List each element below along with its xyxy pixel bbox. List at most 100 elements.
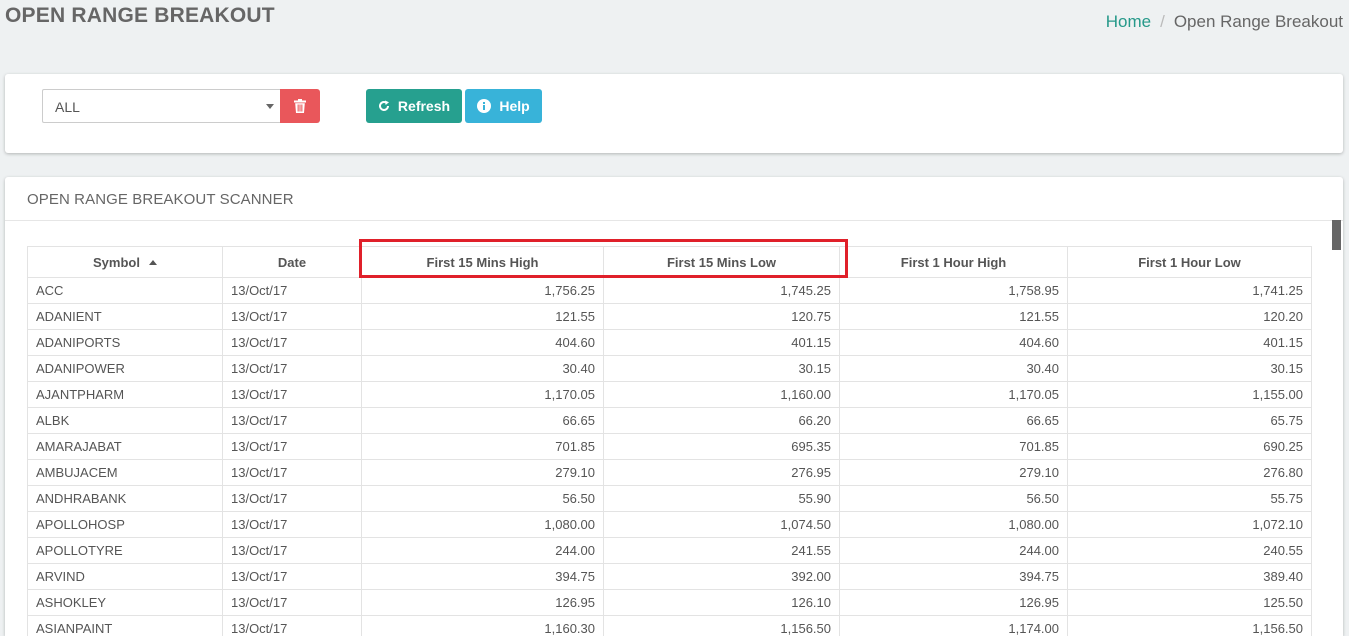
cell-1h-low: 389.40 [1067,563,1312,590]
cell-1h-low: 55.75 [1067,485,1312,512]
cell-15m-high: 30.40 [361,355,604,382]
cell-symbol: ASIANPAINT [27,615,223,636]
refresh-button-label: Refresh [397,98,451,114]
table-row[interactable]: APOLLOHOSP 13/Oct/17 1,080.00 1,074.50 1,080… [27,511,1312,538]
cell-15m-low: 120.75 [603,303,840,330]
cell-15m-high: 121.55 [361,303,604,330]
cell-15m-high: 66.65 [361,407,604,434]
cell-15m-low: 695.35 [603,433,840,460]
cell-1h-high: 1,080.00 [839,511,1068,538]
table-row[interactable]: ARVIND 13/Oct/17 394.75 392.00 394.75 389.40 [27,563,1312,590]
cell-symbol: ACC [27,277,223,304]
table-row[interactable]: ADANIPORTS 13/Oct/17 404.60 401.15 404.60 401… [27,329,1312,356]
cell-1h-low: 1,155.00 [1067,381,1312,408]
table-row[interactable]: ADANIPOWER 13/Oct/17 30.40 30.15 30.40 30.15 [27,355,1312,382]
column-header-first-1-hour-low[interactable]: First 1 Hour Low [1067,246,1312,278]
cell-15m-high: 1,160.30 [361,615,604,636]
vertical-scrollbar[interactable] [1332,220,1341,250]
table-row[interactable]: AMBUJACEM 13/Oct/17 279.10 276.95 279.10 276.… [27,459,1312,486]
symbol-select[interactable]: ALL [42,89,281,123]
cell-date: 13/Oct/17 [222,329,362,356]
column-header-label: Symbol [93,254,140,270]
cell-date: 13/Oct/17 [222,589,362,616]
cell-symbol: AMARAJABAT [27,433,223,460]
cell-1h-low: 276.80 [1067,459,1312,486]
cell-1h-high: 1,170.05 [839,381,1068,408]
cell-15m-low: 1,160.00 [603,381,840,408]
column-header-first-15-mins-high[interactable]: First 15 Mins High [361,246,604,278]
cell-date: 13/Oct/17 [222,355,362,382]
cell-1h-high: 1,758.95 [839,277,1068,304]
scanner-table: Symbol Date First 15 Mins High First 15 … [27,246,1312,636]
cell-15m-high: 56.50 [361,485,604,512]
cell-1h-low: 401.15 [1067,329,1312,356]
table-row[interactable]: ANDHRABANK 13/Oct/17 56.50 55.90 56.50 55.75 [27,485,1312,512]
column-header-first-15-mins-low[interactable]: First 15 Mins Low [603,246,840,278]
cell-date: 13/Oct/17 [222,563,362,590]
cell-symbol: ADANIENT [27,303,223,330]
table-row[interactable]: ALBK 13/Oct/17 66.65 66.20 66.65 65.75 [27,407,1312,434]
cell-15m-low: 1,745.25 [603,277,840,304]
cell-15m-low: 1,156.50 [603,615,840,636]
sort-up-icon [148,259,157,265]
help-button[interactable]: Help [465,89,542,123]
table-row[interactable]: AMARAJABAT 13/Oct/17 701.85 695.35 701.85 690… [27,433,1312,460]
table-row[interactable]: ASIANPAINT 13/Oct/17 1,160.30 1,156.50 1,174… [27,615,1312,636]
symbol-select-value: ALL [55,99,80,115]
cell-1h-high: 404.60 [839,329,1068,356]
cell-15m-high: 279.10 [361,459,604,486]
cell-15m-high: 1,080.00 [361,511,604,538]
cell-1h-low: 240.55 [1067,537,1312,564]
filter-card: ALL Refresh Help [5,74,1343,153]
cell-symbol: ARVIND [27,563,223,590]
cell-1h-high: 56.50 [839,485,1068,512]
cell-15m-high: 404.60 [361,329,604,356]
table-row[interactable]: ASHOKLEY 13/Oct/17 126.95 126.10 126.95 125.5… [27,589,1312,616]
cell-15m-high: 126.95 [361,589,604,616]
column-header-date[interactable]: Date [222,246,362,278]
breadcrumb: Home / Open Range Breakout [1106,12,1343,32]
breadcrumb-separator: / [1160,12,1165,31]
cell-15m-low: 30.15 [603,355,840,382]
caret-down-icon [266,104,274,109]
table-row[interactable]: APOLLOTYRE 13/Oct/17 244.00 241.55 244.00 240… [27,537,1312,564]
cell-15m-low: 401.15 [603,329,840,356]
table-row[interactable]: ADANIENT 13/Oct/17 121.55 120.75 121.55 120.2… [27,303,1312,330]
cell-15m-low: 55.90 [603,485,840,512]
cell-symbol: ASHOKLEY [27,589,223,616]
page-title: OPEN RANGE BREAKOUT [5,4,275,27]
cell-date: 13/Oct/17 [222,485,362,512]
breadcrumb-home-link[interactable]: Home [1106,12,1151,31]
cell-15m-high: 1,756.25 [361,277,604,304]
cell-1h-low: 120.20 [1067,303,1312,330]
cell-1h-high: 30.40 [839,355,1068,382]
cell-date: 13/Oct/17 [222,303,362,330]
cell-1h-low: 30.15 [1067,355,1312,382]
cell-date: 13/Oct/17 [222,433,362,460]
cell-15m-low: 241.55 [603,537,840,564]
table-row[interactable]: ACC 13/Oct/17 1,756.25 1,745.25 1,758.95 1,74… [27,277,1312,304]
table-row[interactable]: AJANTPHARM 13/Oct/17 1,170.05 1,160.00 1,170… [27,381,1312,408]
cell-1h-high: 244.00 [839,537,1068,564]
cell-1h-high: 121.55 [839,303,1068,330]
cell-date: 13/Oct/17 [222,381,362,408]
cell-1h-high: 1,174.00 [839,615,1068,636]
clear-button[interactable] [280,89,320,123]
cell-15m-high: 1,170.05 [361,381,604,408]
refresh-button[interactable]: Refresh [366,89,462,123]
cell-15m-low: 1,074.50 [603,511,840,538]
table-header-row: Symbol Date First 15 Mins High First 15 … [27,246,1312,278]
cell-15m-low: 126.10 [603,589,840,616]
trash-icon [294,99,306,113]
help-button-label: Help [499,98,530,114]
breadcrumb-current: Open Range Breakout [1173,12,1343,31]
cell-1h-high: 701.85 [839,433,1068,460]
cell-1h-high: 394.75 [839,563,1068,590]
info-icon [477,99,492,113]
column-header-symbol[interactable]: Symbol [27,246,223,278]
scanner-title: OPEN RANGE BREAKOUT SCANNER [5,177,1343,221]
cell-date: 13/Oct/17 [222,459,362,486]
column-header-first-1-hour-high[interactable]: First 1 Hour High [839,246,1068,278]
cell-date: 13/Oct/17 [222,537,362,564]
cell-date: 13/Oct/17 [222,511,362,538]
